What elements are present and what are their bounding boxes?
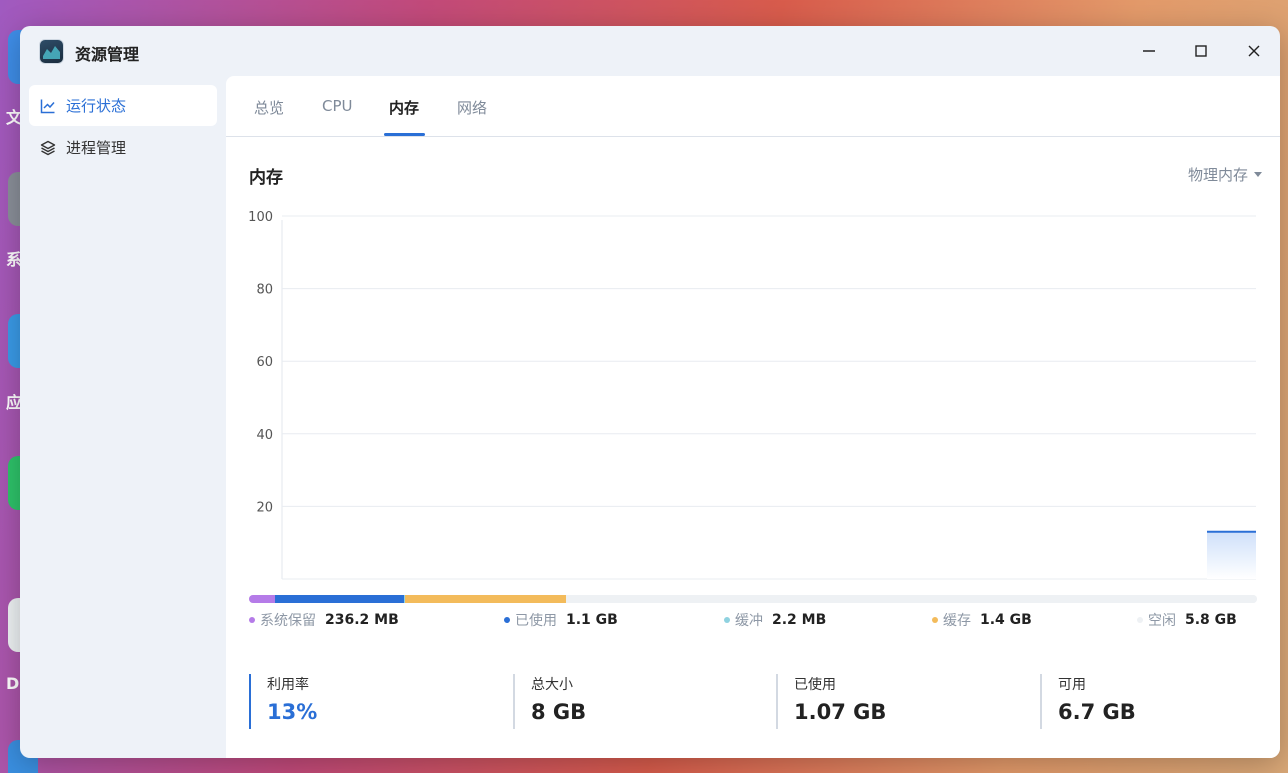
stat-utilization: 利用率 13% [249, 674, 317, 729]
stat-value: 6.7 GB [1058, 700, 1136, 724]
legend-name: 已使用 [515, 613, 557, 629]
stat-total-size: 总大小 8 GB [513, 674, 586, 729]
close-icon[interactable] [1241, 38, 1267, 64]
legend-dot [1137, 617, 1143, 623]
tab-overview[interactable]: 总览 [254, 97, 284, 118]
y-tick-label: 100 [248, 210, 273, 225]
legend-dot [249, 617, 255, 623]
sidebar-item-label: 运行状态 [66, 97, 127, 115]
usage-bar-segment [404, 595, 566, 603]
resource-manager-window: 资源管理 运行状态 进程管理 总览 CPU 内存 网络 内存 物理内存 20 4… [20, 26, 1280, 758]
line-chart-icon [40, 98, 56, 114]
active-tab-indicator [384, 133, 425, 136]
legend-dot [724, 617, 730, 623]
stat-used: 已使用 1.07 GB [776, 674, 886, 729]
stat-label: 已使用 [794, 677, 836, 693]
memory-area [1207, 531, 1256, 579]
y-tick-label: 80 [256, 283, 273, 298]
stat-label: 总大小 [531, 677, 573, 693]
legend-item-free: 空闲 5.8 GB [1137, 610, 1237, 630]
stat-available: 可用 6.7 GB [1040, 674, 1136, 729]
sidebar-item-status[interactable]: 运行状态 [29, 85, 217, 126]
legend-dot [932, 617, 938, 623]
memory-legend: 系统保留 236.2 MB 已使用 1.1 GB 缓冲 2.2 MB 缓存 1.… [226, 610, 1280, 630]
tab-memory[interactable]: 内存 [389, 97, 419, 118]
tab-cpu[interactable]: CPU [322, 97, 353, 115]
sidebar-item-label: 进程管理 [66, 139, 127, 157]
y-tick-label: 40 [256, 428, 273, 443]
maximize-icon[interactable] [1188, 38, 1214, 64]
legend-item-used: 已使用 1.1 GB [504, 610, 618, 630]
layers-icon [40, 140, 56, 156]
legend-name: 缓存 [943, 613, 971, 629]
memory-usage-bar [249, 595, 1257, 603]
legend-value: 236.2 MB [325, 612, 399, 628]
memory-type-dropdown[interactable]: 物理内存 [1188, 164, 1262, 185]
legend-value: 2.2 MB [772, 612, 827, 628]
usage-bar-segment [249, 595, 276, 603]
legend-item-cache: 缓存 1.4 GB [932, 610, 1032, 630]
app-title: 资源管理 [75, 45, 140, 64]
legend-item-reserved: 系统保留 236.2 MB [249, 610, 399, 630]
legend-name: 缓冲 [735, 613, 763, 629]
y-tick-label: 20 [256, 500, 273, 515]
sidebar: 运行状态 进程管理 [20, 76, 226, 758]
legend-dot [504, 617, 510, 623]
tab-network[interactable]: 网络 [457, 97, 487, 118]
tab-bar: 总览 CPU 内存 网络 [226, 76, 1280, 137]
legend-name: 空闲 [1148, 613, 1176, 629]
usage-bar-segment [565, 595, 1257, 603]
y-tick-label: 60 [256, 355, 273, 370]
sidebar-item-processes[interactable]: 进程管理 [29, 127, 217, 168]
desktop-app-label: D [6, 674, 20, 693]
stat-value: 8 GB [531, 700, 587, 724]
caret-down-icon [1254, 172, 1262, 177]
legend-item-buffer: 缓冲 2.2 MB [724, 610, 826, 630]
stat-label: 可用 [1058, 677, 1086, 693]
titlebar[interactable]: 资源管理 [20, 26, 1280, 76]
stat-label: 利用率 [267, 677, 309, 693]
memory-type-label: 物理内存 [1187, 166, 1248, 184]
legend-name: 系统保留 [260, 613, 316, 629]
memory-chart: 20 40 60 80 100 [248, 210, 1256, 580]
minimize-icon[interactable] [1136, 38, 1162, 64]
main-panel: 总览 CPU 内存 网络 内存 物理内存 20 40 60 80 100 系统保留 23… [226, 76, 1280, 758]
stat-value: 1.07 GB [794, 700, 887, 724]
legend-value: 1.1 GB [566, 612, 618, 628]
legend-value: 5.8 GB [1185, 612, 1237, 628]
app-logo-icon [39, 39, 64, 64]
usage-bar-segment [275, 595, 405, 603]
stat-value: 13% [267, 700, 318, 724]
legend-value: 1.4 GB [980, 612, 1032, 628]
section-title: 内存 [249, 168, 283, 188]
